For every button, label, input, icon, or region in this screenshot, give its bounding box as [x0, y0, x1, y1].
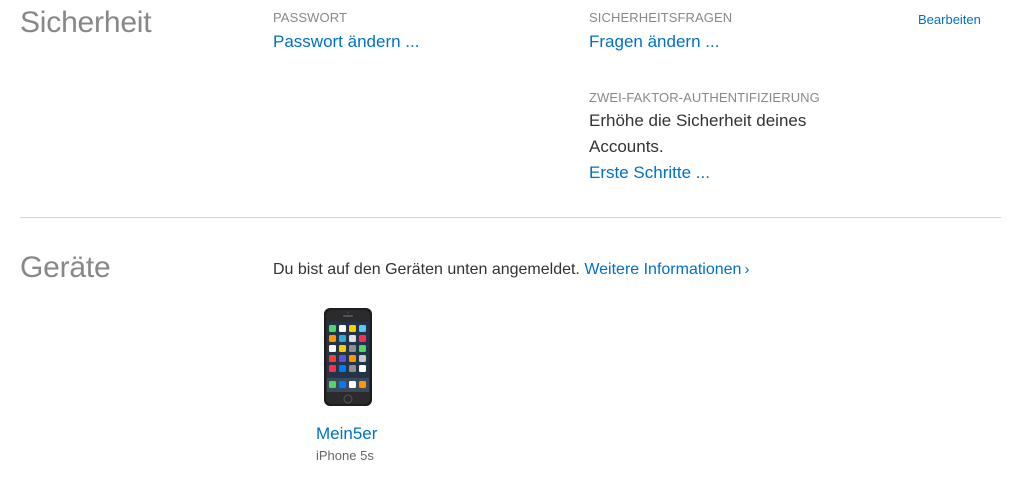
devices-intro-text: Du bist auf den Geräten unten angemeldet…	[273, 261, 580, 278]
device-name[interactable]: Mein5er	[316, 424, 377, 444]
devices-section-title: Geräte	[20, 251, 111, 284]
more-info-link[interactable]: Weitere Informationen ›	[584, 261, 749, 278]
iphone-icon	[324, 308, 372, 406]
password-label: PASSWORT	[273, 10, 347, 25]
two-factor-description-line1: Erhöhe die Sicherheit deines	[589, 111, 807, 130]
two-factor-description: Erhöhe die Sicherheit deines Accounts.	[589, 108, 806, 160]
devices-intro: Du bist auf den Geräten unten angemeldet…	[273, 261, 749, 279]
edit-security-button[interactable]: Bearbeiten	[918, 12, 981, 27]
two-factor-get-started-link[interactable]: Erste Schritte ...	[589, 163, 710, 183]
change-password-link[interactable]: Passwort ändern ...	[273, 32, 419, 52]
device-model: iPhone 5s	[316, 448, 374, 463]
more-info-label[interactable]: Weitere Informationen	[584, 261, 741, 278]
two-factor-description-line2: Accounts.	[589, 137, 664, 156]
security-section-title: Sicherheit	[20, 6, 152, 39]
security-questions-label: SICHERHEITSFRAGEN	[589, 10, 733, 25]
two-factor-label: ZWEI-FAKTOR-AUTHENTIFIZIERUNG	[589, 90, 820, 105]
chevron-right-icon: ›	[744, 261, 750, 278]
section-divider	[20, 217, 1001, 218]
change-questions-link[interactable]: Fragen ändern ...	[589, 32, 719, 52]
